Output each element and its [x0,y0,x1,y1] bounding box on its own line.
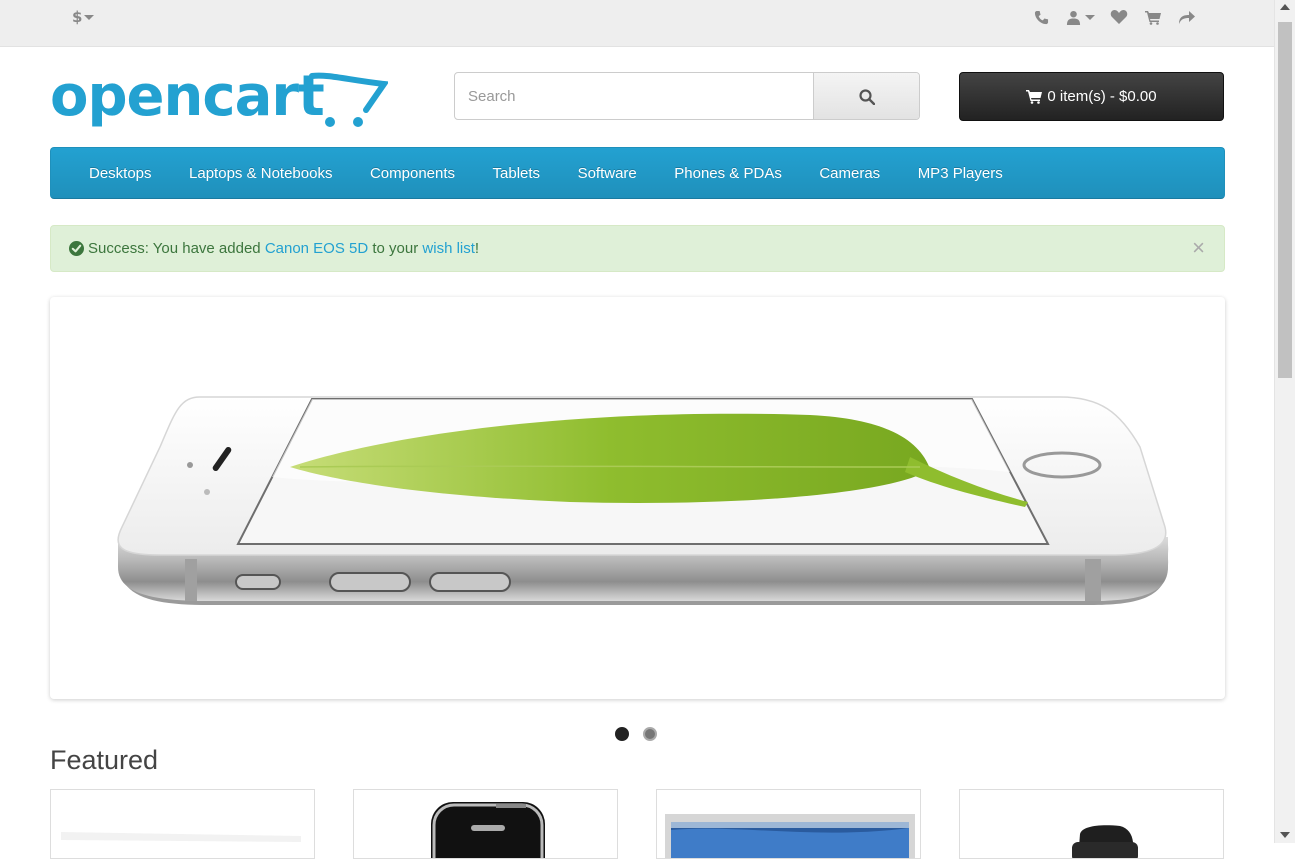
top-bar: $ [0,0,1274,47]
alert-middle: to your [368,240,423,257]
shopping-cart-icon[interactable] [1136,7,1170,27]
product-card[interactable] [656,789,921,859]
menu-item-phones-pdas[interactable]: Phones & PDAs [674,165,782,182]
store-logo[interactable]: opencart [50,64,390,137]
scrollbar-thumb[interactable] [1278,22,1292,378]
success-alert: Success: You have added Canon EOS 5D to … [50,225,1225,272]
slide-image-iphone [117,396,1169,605]
close-icon[interactable]: × [1192,237,1205,259]
heart-icon[interactable] [1102,7,1136,27]
cart-total: 0 item(s) - $0.00 [1047,88,1157,105]
product-image-watch [1072,825,1138,858]
product-image-iphone [431,802,545,858]
top-links [1024,7,1204,27]
slideshow-pagination [615,727,657,741]
cart-button[interactable]: 0 item(s) - $0.00 [959,72,1224,121]
logo-cart-icon [309,72,388,127]
product-card[interactable] [959,789,1224,859]
slideshow[interactable] [50,297,1225,699]
user-icon[interactable] [1058,7,1102,27]
scroll-down-arrow-icon[interactable] [1280,832,1290,838]
menu-item-laptops-notebooks[interactable]: Laptops & Notebooks [189,165,332,182]
menu-item-cameras[interactable]: Cameras [819,165,880,182]
slide-dot-2[interactable] [643,727,657,741]
currency-selector[interactable]: $ [72,8,95,26]
chevron-down-icon [84,15,95,20]
search-input[interactable] [455,73,815,119]
menu-item-tablets[interactable]: Tablets [493,165,541,182]
page-scrollbar[interactable] [1274,0,1295,843]
product-card[interactable] [353,789,618,859]
logo-text: opencart [50,64,325,129]
featured-heading: Featured [50,745,159,775]
main-menu: Desktops Laptops & Notebooks Components … [50,147,1225,199]
alert-product-link[interactable]: Canon EOS 5D [265,240,368,257]
product-card[interactable] [50,789,315,859]
alert-prefix: Success: You have added [88,240,265,257]
menu-item-mp3-players[interactable]: MP3 Players [918,165,1003,182]
shopping-cart-icon [1026,90,1043,104]
product-image-imac [665,814,915,858]
slide-dot-1[interactable] [615,727,629,741]
menu-item-components[interactable]: Components [370,165,455,182]
currency-symbol: $ [72,8,83,26]
chevron-down-icon [1084,14,1095,20]
search-box [454,72,920,120]
alert-suffix: ! [474,240,480,257]
share-icon[interactable] [1170,7,1204,27]
search-button[interactable] [813,73,919,119]
check-circle-icon [69,241,84,256]
scroll-up-arrow-icon[interactable] [1280,4,1290,10]
phone-icon[interactable] [1024,7,1058,27]
alert-wishlist-link[interactable]: wish list [422,240,475,257]
product-image-macbook [61,832,301,842]
menu-item-desktops[interactable]: Desktops [89,165,152,182]
search-icon [858,89,875,105]
menu-item-software[interactable]: Software [578,165,637,182]
